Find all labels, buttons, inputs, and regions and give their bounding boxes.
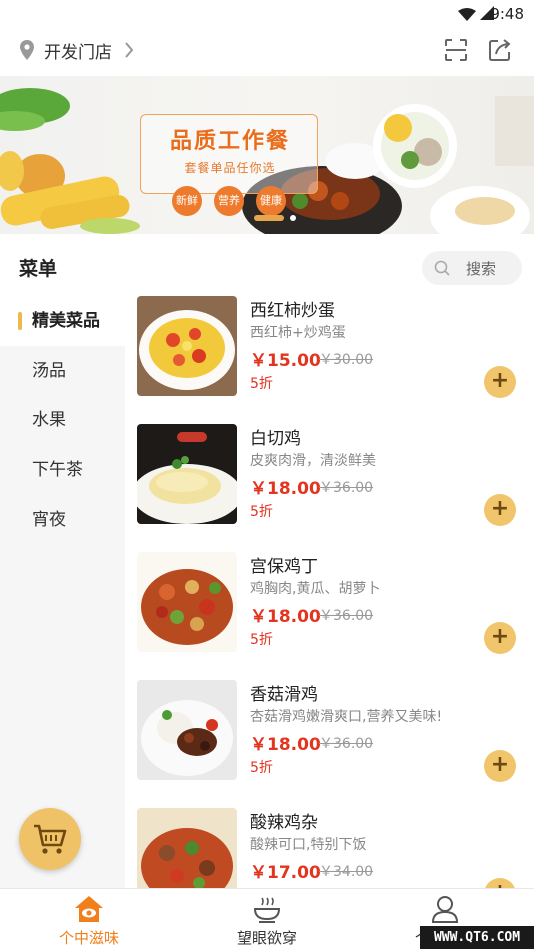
promo-banner[interactable]: 品质工作餐 套餐单品任你选 新鲜 营养 健康 (0, 76, 534, 234)
store-selector[interactable]: 开发门店 (44, 38, 112, 63)
dish-name: 酸辣鸡杂 (250, 813, 318, 833)
dish-description: 西红柿+炒鸡蛋 (250, 325, 346, 341)
active-indicator (18, 312, 22, 330)
home-eye-icon (75, 896, 103, 922)
dish-original-price: ￥36.00 (319, 480, 374, 496)
category-item[interactable]: 水果 (0, 395, 125, 445)
dish-name: 西红柿炒蛋 (250, 301, 335, 321)
cart-icon (34, 824, 67, 854)
banner-tag: 新鲜 (172, 186, 202, 216)
menu-header: 菜单 搜索 (0, 234, 534, 296)
dish-item[interactable]: 宫保鸡丁 鸡胸肉,黄瓜、胡萝卜 ￥18.00 ￥36.00 5折 + (125, 552, 534, 680)
location-pin-icon (20, 40, 34, 60)
dish-description: 鸡胸肉,黄瓜、胡萝卜 (250, 581, 381, 597)
category-item[interactable]: 下午茶 (0, 445, 125, 495)
user-icon (431, 896, 459, 923)
dish-price: ￥18.00 (250, 607, 321, 627)
share-icon[interactable] (488, 38, 512, 62)
category-item[interactable]: 汤品 (0, 346, 125, 396)
dish-image (137, 680, 237, 780)
wifi-icon (458, 8, 476, 21)
search-box[interactable]: 搜索 (422, 251, 522, 285)
dish-image (137, 552, 237, 652)
category-label: 汤品 (32, 361, 66, 381)
add-to-cart-button[interactable]: + (484, 878, 516, 888)
dish-name: 香菇滑鸡 (250, 685, 318, 705)
dish-item[interactable]: 酸辣鸡杂 酸辣可口,特别下饭 ￥17.00 ￥34.00 5折 + (125, 808, 534, 888)
search-placeholder: 搜索 (466, 260, 497, 278)
banner-title: 品质工作餐 (169, 128, 290, 154)
dish-price: ￥15.00 (250, 351, 321, 371)
category-label: 宵夜 (32, 510, 66, 530)
dish-image (137, 424, 237, 524)
dish-discount: 5折 (250, 760, 273, 776)
chevron-right-icon[interactable] (124, 41, 134, 59)
dish-discount: 5折 (250, 376, 273, 392)
search-icon (434, 260, 450, 276)
dish-original-price: ￥30.00 (319, 352, 374, 368)
add-to-cart-button[interactable]: + (484, 750, 516, 782)
tab-label: 个中滋味 (58, 929, 119, 947)
banner-tag: 健康 (256, 186, 286, 216)
dish-price: ￥17.00 (250, 863, 321, 883)
banner-tag: 营养 (214, 186, 244, 216)
tab-orders[interactable]: 望眼欲穿 (178, 889, 356, 950)
top-bar: 开发门店 (0, 28, 534, 76)
status-bar: 9:48 (0, 0, 534, 28)
banner-subtitle: 套餐单品任你选 (184, 161, 276, 175)
menu-title: 菜单 (19, 258, 58, 280)
dish-original-price: ￥34.00 (319, 864, 374, 880)
bowl-icon (253, 897, 281, 923)
dish-name: 白切鸡 (250, 429, 301, 449)
dish-description: 杏菇滑鸡嫩滑爽口,营养又美味! (250, 709, 443, 725)
dish-list: 西红柿炒蛋 西红柿+炒鸡蛋 ￥15.00 ￥30.00 5折 + 白切鸡 皮爽肉… (125, 296, 534, 888)
category-label: 下午茶 (32, 460, 83, 480)
dish-item[interactable]: 香菇滑鸡 杏菇滑鸡嫩滑爽口,营养又美味! ￥18.00 ￥36.00 5折 + (125, 680, 534, 808)
dish-price: ￥18.00 (250, 735, 321, 755)
dish-item[interactable]: 西红柿炒蛋 西红柿+炒鸡蛋 ￥15.00 ￥30.00 5折 + (125, 296, 534, 424)
dish-original-price: ￥36.00 (319, 608, 374, 624)
category-item-active[interactable]: 精美菜品 (0, 296, 125, 346)
dish-description: 酸辣可口,特别下饭 (250, 837, 367, 853)
status-time: 9:48 (490, 5, 524, 23)
banner-card: 品质工作餐 套餐单品任你选 (140, 114, 318, 194)
scan-icon[interactable] (444, 38, 468, 62)
category-label: 水果 (32, 410, 66, 430)
dish-image (137, 808, 237, 888)
category-sidebar: 精美菜品 汤品 水果 下午茶 宵夜 (0, 296, 125, 888)
cart-button[interactable] (19, 808, 81, 870)
add-to-cart-button[interactable]: + (484, 366, 516, 398)
dish-image (137, 296, 237, 396)
dish-original-price: ￥36.00 (319, 736, 374, 752)
add-to-cart-button[interactable]: + (484, 622, 516, 654)
dish-discount: 5折 (250, 504, 273, 520)
add-to-cart-button[interactable]: + (484, 494, 516, 526)
dish-name: 宫保鸡丁 (250, 557, 318, 577)
dish-price: ￥18.00 (250, 479, 321, 499)
carousel-indicator[interactable] (290, 215, 296, 221)
watermark: WWW.QT6.COM (420, 926, 534, 949)
dish-item[interactable]: 白切鸡 皮爽肉滑，清淡鲜美 ￥18.00 ￥36.00 5折 + (125, 424, 534, 552)
tab-label: 望眼欲穿 (236, 929, 297, 947)
category-label: 精美菜品 (32, 311, 100, 331)
carousel-indicator-active[interactable] (254, 215, 284, 221)
dish-description: 皮爽肉滑，清淡鲜美 (250, 453, 376, 469)
dish-discount: 5折 (250, 632, 273, 648)
tab-home[interactable]: 个中滋味 (0, 889, 178, 950)
category-item[interactable]: 宵夜 (0, 495, 125, 545)
